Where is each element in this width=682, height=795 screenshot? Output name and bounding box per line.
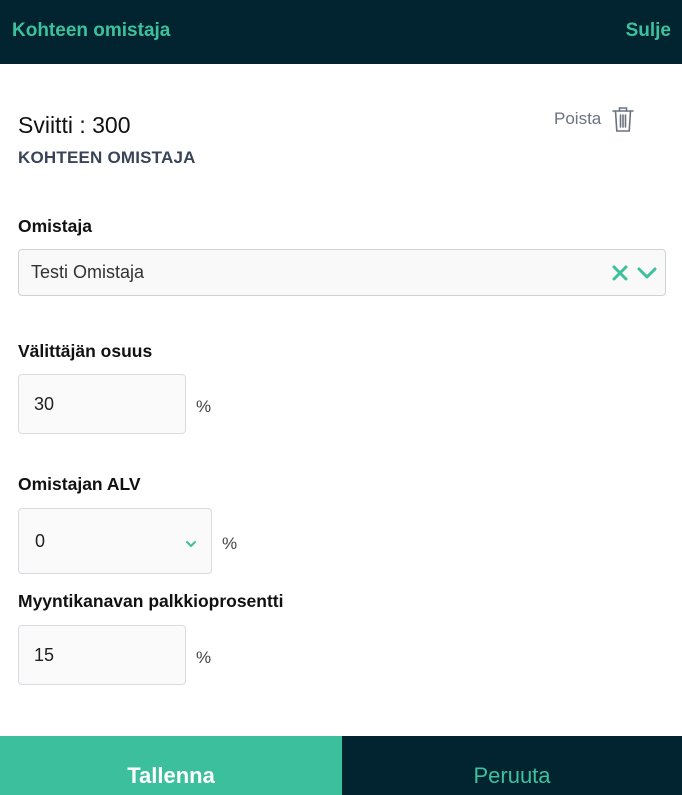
broker-share-input[interactable] bbox=[18, 374, 186, 434]
cancel-label: Peruuta bbox=[473, 763, 551, 788]
header-bar: Kohteen omistaja Sulje bbox=[0, 0, 682, 64]
owner-selected-value: Testi Omistaja bbox=[31, 262, 145, 282]
owner-label: Omistaja bbox=[18, 216, 92, 236]
delete-label: Poista bbox=[554, 109, 602, 128]
section-heading: KOHTEEN OMISTAJA bbox=[18, 148, 196, 167]
delete-button[interactable]: Poista bbox=[554, 104, 635, 134]
owner-vat-unit: % bbox=[222, 534, 238, 553]
channel-commission-unit: % bbox=[196, 648, 212, 667]
close-button[interactable]: Sulje bbox=[626, 20, 671, 42]
broker-share-unit: % bbox=[196, 397, 212, 416]
owner-select[interactable]: Testi Omistaja bbox=[18, 249, 666, 296]
header-title: Kohteen omistaja bbox=[12, 20, 171, 41]
cancel-button[interactable]: Peruuta bbox=[342, 736, 682, 795]
close-icon[interactable] bbox=[611, 264, 629, 282]
save-label: Tallenna bbox=[127, 763, 215, 788]
channel-commission-label: Myyntikanavan palkkioprosentti bbox=[18, 591, 284, 611]
unit-title: Sviitti : 300 bbox=[18, 112, 131, 138]
owner-vat-label: Omistajan ALV bbox=[18, 474, 141, 494]
chevron-down-icon bbox=[186, 541, 196, 547]
broker-share-label: Välittäjän osuus bbox=[18, 341, 153, 361]
owner-vat-select[interactable]: 0 bbox=[18, 508, 212, 574]
owner-vat-selected-value: 0 bbox=[35, 531, 46, 551]
channel-commission-input[interactable] bbox=[18, 625, 186, 685]
trash-icon bbox=[612, 107, 635, 132]
chevron-down-icon[interactable] bbox=[637, 264, 657, 282]
save-button[interactable]: Tallenna bbox=[0, 736, 342, 795]
